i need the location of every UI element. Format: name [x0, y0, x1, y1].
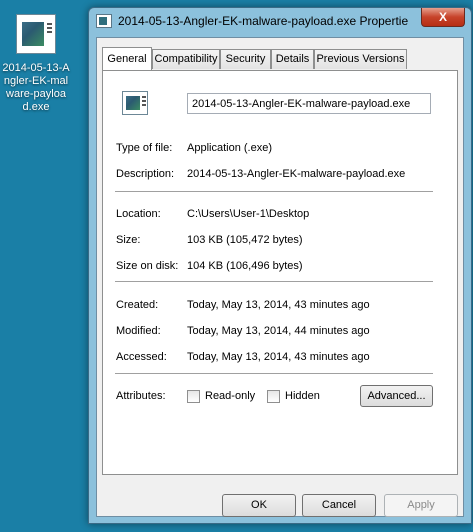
attributes-label: Attributes:	[116, 390, 166, 402]
divider	[115, 281, 433, 282]
ok-button[interactable]: OK	[222, 494, 296, 517]
type-value: Application (.exe)	[187, 142, 272, 154]
exe-file-icon	[122, 91, 148, 115]
dialog-client: General Compatibility Security Details P…	[96, 37, 464, 517]
cancel-button[interactable]: Cancel	[302, 494, 376, 517]
title-bar[interactable]: 2014-05-13-Angler-EK-malware-payload.exe…	[89, 8, 471, 36]
advanced-button[interactable]: Advanced...	[360, 385, 433, 407]
accessed-label: Accessed:	[116, 351, 167, 363]
tab-details[interactable]: Details	[271, 49, 314, 69]
divider	[115, 373, 433, 374]
hidden-checkbox[interactable]	[267, 390, 280, 403]
size-on-disk-value: 104 KB (106,496 bytes)	[187, 260, 303, 272]
created-label: Created:	[116, 299, 159, 311]
window-app-icon	[96, 14, 112, 28]
description-value: 2014-05-13-Angler-EK-malware-payload.exe	[187, 168, 406, 180]
exe-file-icon	[16, 14, 56, 54]
readonly-label[interactable]: Read-only	[205, 390, 255, 402]
location-value: C:\Users\User-1\Desktop	[187, 208, 310, 220]
filename-field[interactable]	[187, 93, 431, 114]
properties-window: 2014-05-13-Angler-EK-malware-payload.exe…	[88, 7, 472, 524]
size-label: Size:	[116, 234, 141, 246]
tab-general[interactable]: General	[102, 47, 152, 70]
tab-security[interactable]: Security	[220, 49, 271, 69]
general-tab-panel: Type of file: Application (.exe) Descrip…	[102, 70, 458, 475]
location-label: Location:	[116, 208, 161, 220]
tab-previous-versions[interactable]: Previous Versions	[314, 49, 407, 69]
tab-compatibility[interactable]: Compatibility	[152, 49, 220, 69]
window-title: 2014-05-13-Angler-EK-malware-payload.exe…	[118, 14, 408, 28]
modified-label: Modified:	[116, 325, 161, 337]
apply-button[interactable]: Apply	[384, 494, 458, 517]
hidden-label[interactable]: Hidden	[285, 390, 320, 402]
modified-value: Today, May 13, 2014, 44 minutes ago	[187, 325, 370, 337]
close-button[interactable]: X	[421, 8, 465, 27]
type-label: Type of file:	[116, 142, 173, 154]
readonly-checkbox[interactable]	[187, 390, 200, 403]
desktop-file-icon[interactable]: 2014-05-13-Angler-EK-malware-payload.exe	[0, 14, 72, 114]
description-label: Description:	[116, 168, 175, 180]
created-value: Today, May 13, 2014, 43 minutes ago	[187, 299, 370, 311]
divider	[115, 191, 433, 192]
accessed-value: Today, May 13, 2014, 43 minutes ago	[187, 351, 370, 363]
desktop-file-label: 2014-05-13-Angler-EK-malware-payload.exe	[2, 62, 70, 113]
size-on-disk-label: Size on disk:	[116, 260, 179, 272]
size-value: 103 KB (105,472 bytes)	[187, 234, 303, 246]
